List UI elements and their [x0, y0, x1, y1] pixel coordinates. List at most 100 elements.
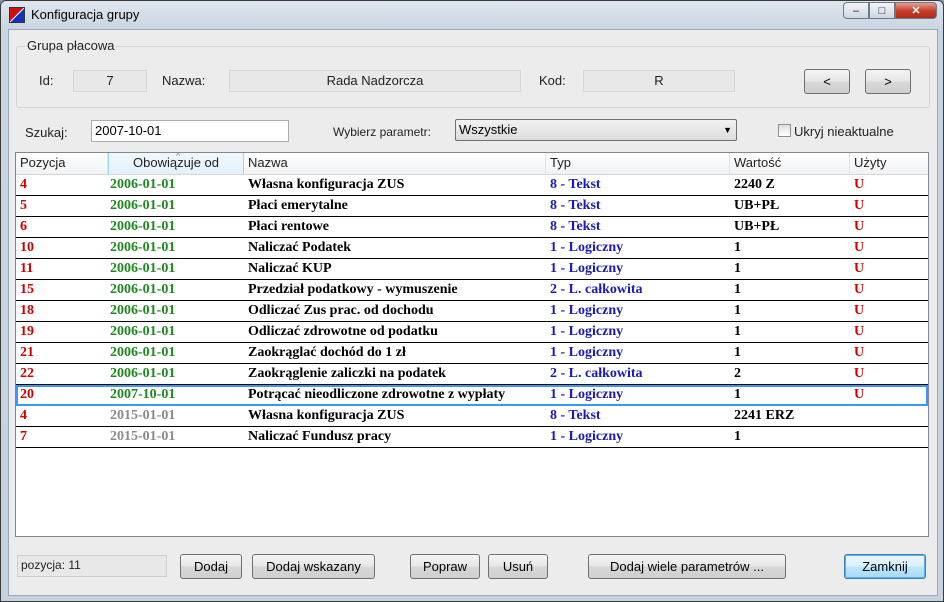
cell-type: 1 - Logiczny: [550, 387, 624, 402]
cell-type: 8 - Tekst: [550, 408, 601, 423]
cell-used: U: [854, 282, 865, 297]
cell-valid-from: 2006-01-01: [110, 177, 176, 192]
id-label: Id:: [39, 73, 54, 88]
hide-outdated-label[interactable]: Ukryj nieaktualne: [794, 124, 894, 139]
column-header-type[interactable]: Typ: [546, 153, 730, 174]
chevron-down-icon: ▼: [723, 125, 732, 135]
table-row[interactable]: 22 2006-01-01 Zaokrąglenie zaliczki na pod…: [16, 364, 928, 385]
cell-valid-from: 2015-01-01: [110, 408, 176, 423]
parameter-select[interactable]: Wszystkie ▼: [455, 119, 737, 141]
cell-value: 1: [734, 240, 741, 255]
cell-name: Potrącać nieodliczone zdrowotne z wypłat…: [248, 387, 506, 402]
cell-position: 21: [20, 345, 34, 360]
cell-valid-from: 2007-10-01: [110, 387, 176, 402]
cell-name: Przedział podatkowy - wymuszenie: [248, 282, 458, 297]
cell-used: U: [854, 324, 865, 339]
table-row[interactable]: 15 2006-01-01 Przedział podatkowy - wymusz…: [16, 280, 928, 301]
hide-outdated-checkbox[interactable]: [778, 124, 791, 137]
close-window-button[interactable]: ✕: [895, 2, 937, 19]
cell-value: UB+PŁ: [734, 198, 780, 213]
cell-type: 8 - Tekst: [550, 219, 601, 234]
cell-type: 1 - Logiczny: [550, 324, 624, 339]
add-pointed-button[interactable]: Dodaj wskazany: [252, 554, 375, 579]
pay-group-box: Grupa płacowa Id: 7 Nazwa: Rada Nadzorcz…: [16, 38, 930, 108]
grid-header: Pozycja Obowiązuje od Nazwa Typ Wartość …: [16, 153, 928, 175]
cell-valid-from: 2006-01-01: [110, 240, 176, 255]
cell-used: U: [854, 240, 865, 255]
column-header-name[interactable]: Nazwa: [244, 153, 546, 174]
table-row[interactable]: 5 2006-01-01 Płaci emerytalne 8 - Tekst UB+P…: [16, 196, 928, 217]
cell-position: 18: [20, 303, 34, 318]
search-input[interactable]: 2007-10-01: [91, 120, 289, 142]
cell-value: 1: [734, 303, 741, 318]
cell-name: Naliczać KUP: [248, 261, 332, 276]
delete-button[interactable]: Usuń: [488, 554, 548, 579]
cell-name: Naliczać Podatek: [248, 240, 352, 255]
close-button[interactable]: Zamknij: [844, 554, 926, 579]
cell-valid-from: 2006-01-01: [110, 282, 176, 297]
cell-value: 2240 Z: [734, 177, 775, 192]
config-group-window: Konfiguracja grupy – □ ✕ Grupa płacowa I…: [0, 0, 944, 602]
edit-button[interactable]: Popraw: [410, 554, 480, 579]
cell-position: 22: [20, 366, 34, 381]
add-button[interactable]: Dodaj: [180, 554, 242, 579]
table-row[interactable]: 19 2006-01-01 Odliczać zdrowotne od podatk…: [16, 322, 928, 343]
cell-value: 1: [734, 429, 741, 444]
add-many-parameters-button[interactable]: Dodaj wiele parametrów ...: [588, 554, 786, 579]
table-row[interactable]: 21 2006-01-01 Zaokrąglać dochód do 1 zł 1 -…: [16, 343, 928, 364]
cell-type: 2 - L. całkowita: [550, 366, 643, 381]
title-bar[interactable]: Konfiguracja grupy – □ ✕: [1, 1, 943, 29]
parameters-grid[interactable]: Pozycja Obowiązuje od Nazwa Typ Wartość …: [15, 152, 929, 537]
cell-used: U: [854, 177, 865, 192]
table-row[interactable]: 7 2015-01-01 Naliczać Fundusz pracy 1 - Log…: [16, 427, 928, 448]
search-label: Szukaj:: [25, 125, 68, 140]
next-group-button[interactable]: >: [865, 69, 911, 94]
table-row[interactable]: 18 2006-01-01 Odliczać Zus prac. od dochod…: [16, 301, 928, 322]
cell-value: UB+PŁ: [734, 219, 780, 234]
cell-type: 8 - Tekst: [550, 198, 601, 213]
cell-valid-from: 2006-01-01: [110, 261, 176, 276]
column-header-position[interactable]: Pozycja: [16, 153, 108, 174]
cell-used: U: [854, 219, 865, 234]
position-status: pozycja: 11: [17, 555, 167, 577]
parameter-select-value: Wszystkie: [459, 122, 518, 137]
cell-valid-from: 2006-01-01: [110, 219, 176, 234]
cell-position: 6: [20, 219, 27, 234]
table-row[interactable]: 20 2007-10-01 Potrącać nieodliczone zdrowo…: [16, 385, 928, 406]
table-row[interactable]: 6 2006-01-01 Płaci rentowe 8 - Tekst UB+PŁ U: [16, 217, 928, 238]
cell-used: U: [854, 303, 865, 318]
cell-used: U: [854, 366, 865, 381]
cell-used: U: [854, 198, 865, 213]
cell-type: 1 - Logiczny: [550, 429, 624, 444]
code-field: R: [583, 70, 735, 92]
column-header-valid-from[interactable]: Obowiązuje od: [108, 153, 244, 174]
cell-name: Płaci emerytalne: [248, 198, 348, 213]
window-title: Konfiguracja grupy: [31, 7, 140, 22]
column-header-used[interactable]: Użyty: [850, 153, 928, 174]
table-row[interactable]: 4 2015-01-01 Własna konfiguracja ZUS 8 - Te…: [16, 406, 928, 427]
cell-valid-from: 2006-01-01: [110, 324, 176, 339]
window-controls: – □ ✕: [843, 2, 937, 20]
cell-value: 1: [734, 261, 741, 276]
minimize-button[interactable]: –: [843, 2, 869, 19]
table-row[interactable]: 11 2006-01-01 Naliczać KUP 1 - Logiczny 1 U: [16, 259, 928, 280]
pay-group-title: Grupa płacowa: [25, 38, 117, 53]
cell-value: 1: [734, 282, 741, 297]
column-header-value[interactable]: Wartość: [730, 153, 850, 174]
id-field: 7: [73, 70, 147, 92]
cell-type: 1 - Logiczny: [550, 303, 624, 318]
cell-name: Zaokrąglać dochód do 1 zł: [248, 345, 406, 360]
cell-value: 2241 ERZ: [734, 408, 795, 423]
cell-type: 1 - Logiczny: [550, 261, 624, 276]
cell-used: U: [854, 261, 865, 276]
table-row[interactable]: 10 2006-01-01 Naliczać Podatek 1 - Logiczny…: [16, 238, 928, 259]
cell-name: Naliczać Fundusz pracy: [248, 429, 392, 444]
maximize-button[interactable]: □: [869, 2, 895, 19]
previous-group-button[interactable]: <: [804, 69, 850, 94]
parameter-label: Wybierz parametr:: [333, 125, 431, 139]
cell-valid-from: 2006-01-01: [110, 198, 176, 213]
client-area: Grupa płacowa Id: 7 Nazwa: Rada Nadzorcz…: [8, 29, 938, 596]
name-field: Rada Nadzorcza: [229, 70, 521, 92]
table-row[interactable]: 4 2006-01-01 Własna konfiguracja ZUS 8 - Te…: [16, 175, 928, 196]
cell-value: 1: [734, 324, 741, 339]
